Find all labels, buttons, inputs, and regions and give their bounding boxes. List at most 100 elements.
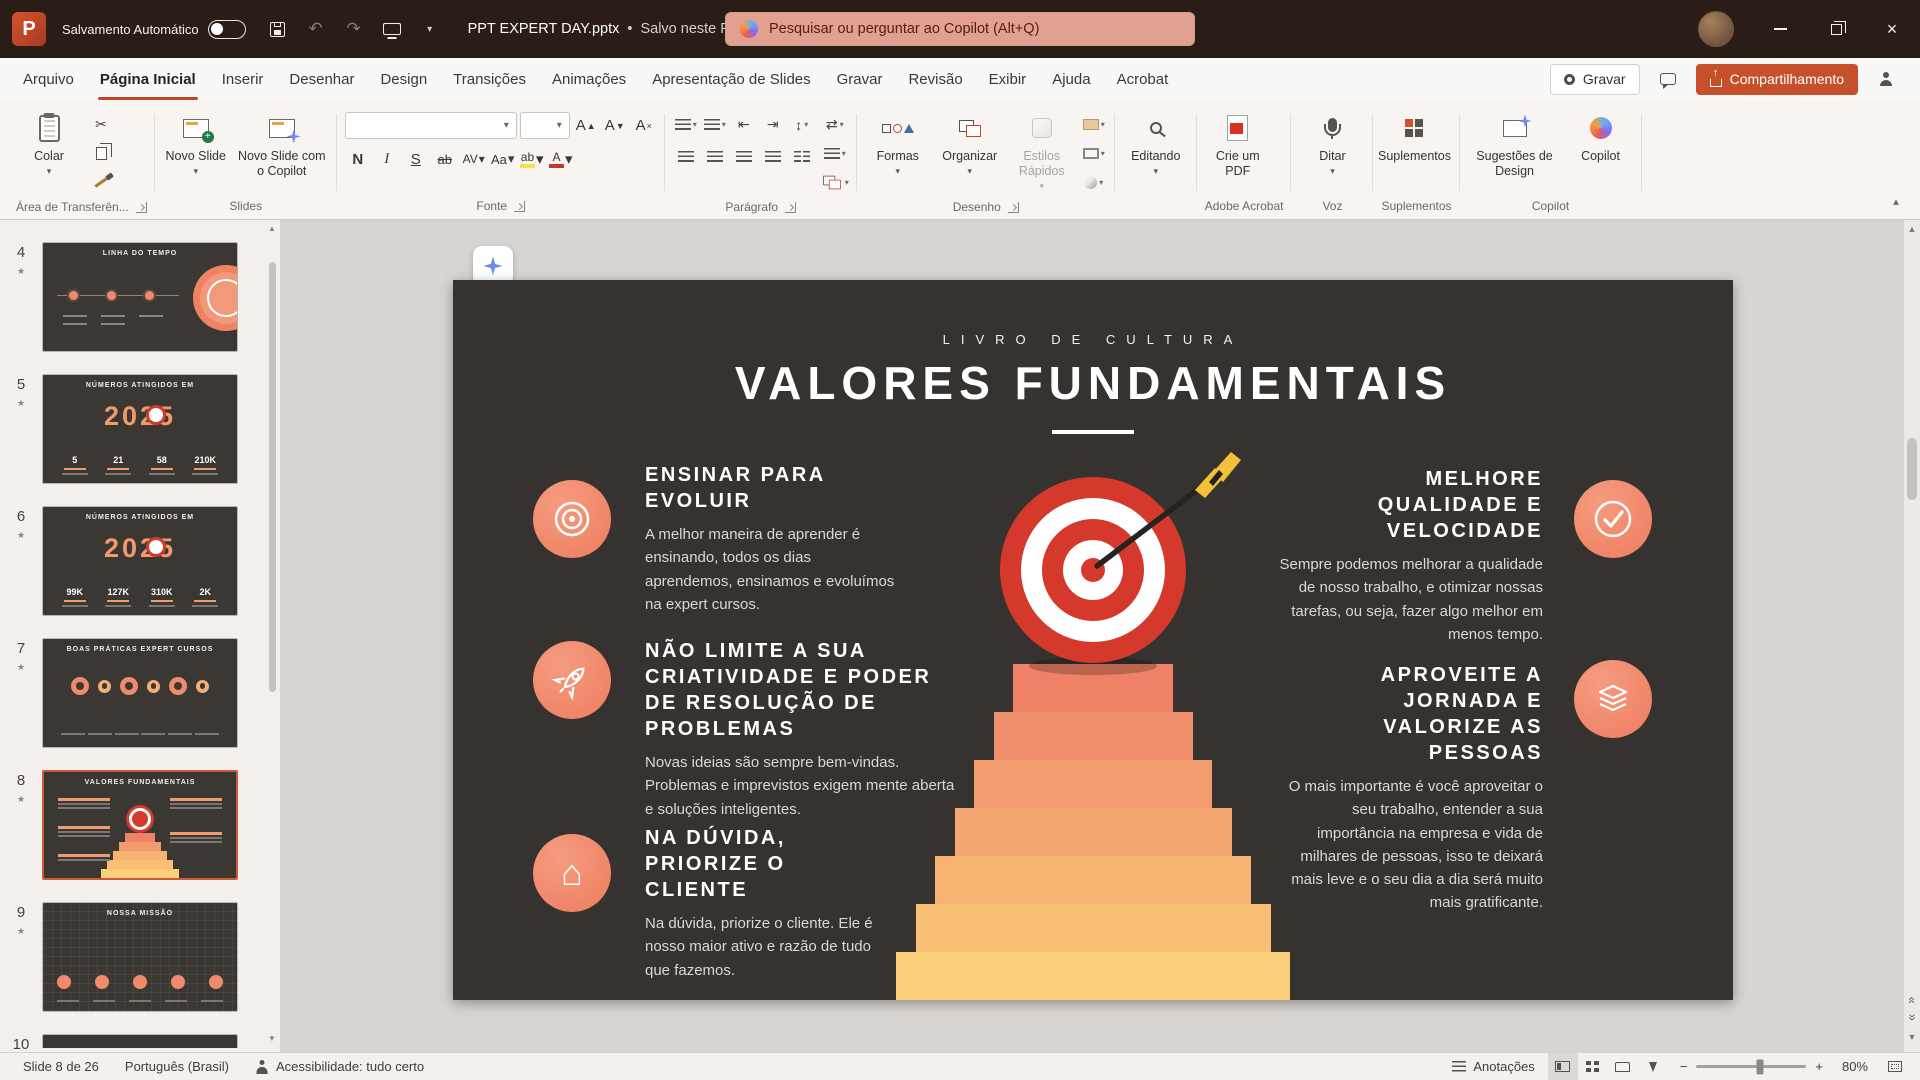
comments-button[interactable]: [1650, 64, 1686, 95]
slide-eyebrow-text[interactable]: LIVRO DE CULTURA: [453, 332, 1733, 347]
layers-icon[interactable]: [1574, 660, 1652, 738]
rocket-icon[interactable]: [533, 641, 611, 719]
slideshow-view-button[interactable]: [1638, 1053, 1668, 1080]
notes-toggle[interactable]: Anotações: [1439, 1053, 1547, 1080]
tab-exibir[interactable]: Exibir: [976, 58, 1040, 100]
tab-desenhar[interactable]: Desenhar: [276, 58, 367, 100]
scroll-down-icon[interactable]: ▼: [1908, 1028, 1917, 1046]
font-color-button[interactable]: A ▾: [548, 146, 574, 172]
autosave-control[interactable]: Salvamento Automático: [62, 20, 246, 39]
quick-styles-button[interactable]: Estilos Rápidos ▾: [1009, 107, 1075, 193]
zoom-percentage[interactable]: 80%: [1832, 1059, 1868, 1074]
new-slide-copilot-button[interactable]: Novo Slide com o Copilot: [235, 107, 329, 181]
value-item-cliente[interactable]: NA DÚVIDA, PRIORIZE O CLIENTE Na dúvida,…: [645, 825, 885, 982]
italic-button[interactable]: I: [374, 146, 400, 172]
fit-slide-to-window-button[interactable]: [1880, 1053, 1910, 1080]
file-info[interactable]: PPT EXPERT DAY.pptx • Salvo neste PC ▾: [468, 21, 754, 37]
zoom-in-button[interactable]: +: [1815, 1059, 1823, 1074]
zoom-out-button[interactable]: −: [1680, 1059, 1688, 1074]
create-pdf-button[interactable]: Crie um PDF: [1205, 107, 1271, 181]
autosave-toggle[interactable]: [208, 20, 246, 39]
language-selector[interactable]: Português (Brasil): [112, 1053, 242, 1080]
tab-acrobat[interactable]: Acrobat: [1104, 58, 1182, 100]
bullets-button[interactable]: ▾: [673, 112, 699, 137]
shape-outline-button[interactable]: ▾: [1081, 141, 1107, 166]
text-direction-button[interactable]: ⇄▾: [821, 112, 849, 137]
thumbnail-item-6[interactable]: 6 ★ NÚMEROS ATINGIDOS EM 2025 99K 127K 3…: [0, 506, 280, 616]
strikethrough-button[interactable]: ab: [432, 146, 458, 172]
normal-view-button[interactable]: [1548, 1053, 1578, 1080]
next-slide-button[interactable]: «: [1907, 1013, 1917, 1020]
slide-thumbnail[interactable]: NÚMEROS ATINGIDOS EM 2025 5 21 58 210K: [42, 374, 238, 484]
font-name-combo[interactable]: ▾: [345, 112, 517, 139]
slide-thumbnail[interactable]: NOSSA MISSÃO: [42, 902, 238, 1012]
collapse-ribbon-button[interactable]: ▴: [1882, 189, 1910, 213]
value-item-criatividade[interactable]: NÃO LIMITE A SUA CRIATIVIDADE E PODER DE…: [645, 638, 965, 821]
convert-smartart-button[interactable]: ▾: [821, 170, 849, 195]
undo-button[interactable]: ↶: [298, 11, 334, 47]
previous-slide-button[interactable]: «: [1907, 997, 1917, 1004]
copy-button[interactable]: [88, 141, 114, 166]
underline-button[interactable]: S: [403, 146, 429, 172]
line-spacing-button[interactable]: ↕▾: [789, 112, 815, 137]
character-spacing-button[interactable]: AV▾: [461, 146, 487, 172]
align-right-button[interactable]: [731, 144, 757, 169]
slide-sorter-view-button[interactable]: [1578, 1053, 1608, 1080]
change-case-button[interactable]: Aa▾: [490, 146, 516, 172]
arrange-button[interactable]: Organizar ▾: [937, 107, 1003, 178]
grow-font-button[interactable]: A▲: [573, 113, 599, 139]
cut-button[interactable]: ✂: [88, 112, 114, 137]
slide-thumbnail[interactable]: BOAS PRÁTICAS EXPERT CURSOS: [42, 638, 238, 748]
slide-thumbnail-current[interactable]: VALORES FUNDAMENTAIS: [42, 770, 238, 880]
target-arrow-graphic[interactable]: [973, 430, 1293, 700]
thumbnail-item-5[interactable]: 5 ★ NÚMEROS ATINGIDOS EM 2025 5 21 58 21…: [0, 374, 280, 484]
align-center-button[interactable]: [702, 144, 728, 169]
dialog-launcher-icon[interactable]: [514, 201, 525, 212]
highlight-color-button[interactable]: ab ▾: [519, 146, 545, 172]
slide-editor-canvas[interactable]: LIVRO DE CULTURA VALORES FUNDAMENTAIS: [280, 220, 1920, 1052]
align-text-button[interactable]: ▾: [821, 141, 849, 166]
format-painter-button[interactable]: [88, 170, 114, 195]
slide-thumbnail[interactable]: NÚMEROS ATINGIDOS EM 2025 99K 127K 310K …: [42, 506, 238, 616]
share-button[interactable]: ↑ Compartilhamento: [1696, 64, 1858, 95]
tab-design[interactable]: Design: [367, 58, 440, 100]
house-icon[interactable]: ⌂: [533, 834, 611, 912]
editor-scrollbar[interactable]: ▲ « « ▼: [1904, 220, 1920, 1052]
restore-button[interactable]: [1808, 0, 1864, 58]
accessibility-status[interactable]: Acessibilidade: tudo certo: [242, 1053, 437, 1080]
slide-thumbnail[interactable]: [42, 1034, 238, 1048]
tab-gravar[interactable]: Gravar: [824, 58, 896, 100]
value-item-jornada[interactable]: APROVEITE A JORNADA E VALORIZE AS PESSOA…: [1273, 662, 1543, 915]
paste-button[interactable]: Colar ▾: [16, 107, 82, 178]
zoom-slider[interactable]: [1696, 1065, 1806, 1068]
bold-button[interactable]: N: [345, 146, 371, 172]
editor-scroll-track[interactable]: [1904, 238, 1920, 989]
shape-fill-button[interactable]: ▾: [1081, 112, 1107, 137]
slide-counter[interactable]: Slide 8 de 26: [10, 1053, 112, 1080]
thumbnail-item-10[interactable]: 10: [0, 1034, 280, 1052]
font-size-combo[interactable]: ▾: [520, 112, 570, 139]
thumbnail-item-7[interactable]: 7 ★ BOAS PRÁTICAS EXPERT CURSOS: [0, 638, 280, 748]
tab-revisao[interactable]: Revisão: [895, 58, 975, 100]
scroll-up-icon[interactable]: ▲: [268, 224, 276, 238]
redo-button[interactable]: ↷: [336, 11, 372, 47]
shape-effects-button[interactable]: ▾: [1081, 170, 1107, 195]
close-button[interactable]: ×: [1864, 0, 1920, 58]
new-slide-button[interactable]: + Novo Slide ▾: [163, 107, 229, 178]
dialog-launcher-icon[interactable]: [785, 202, 796, 213]
shapes-button[interactable]: Formas ▾: [865, 107, 931, 178]
scroll-up-icon[interactable]: ▲: [1908, 220, 1917, 238]
slide-thumbnail[interactable]: LINHA DO TEMPO: [42, 242, 238, 352]
thumbnail-item-8-selected[interactable]: 8 ★ VALORES FUNDAMENTAIS: [0, 770, 280, 880]
editor-scroll-thumb[interactable]: [1907, 438, 1917, 500]
tab-ajuda[interactable]: Ajuda: [1039, 58, 1103, 100]
powerpoint-logo-icon[interactable]: P: [12, 12, 46, 46]
save-button[interactable]: [260, 11, 296, 47]
tab-inserir[interactable]: Inserir: [209, 58, 277, 100]
customize-qat-button[interactable]: ▾: [412, 11, 448, 47]
decrease-indent-button[interactable]: ⇤: [731, 112, 757, 137]
presence-button[interactable]: [1868, 64, 1904, 95]
design-ideas-button[interactable]: Sugestões de Design: [1468, 107, 1562, 181]
align-left-button[interactable]: [673, 144, 699, 169]
panel-scroll-thumb[interactable]: [269, 262, 276, 692]
